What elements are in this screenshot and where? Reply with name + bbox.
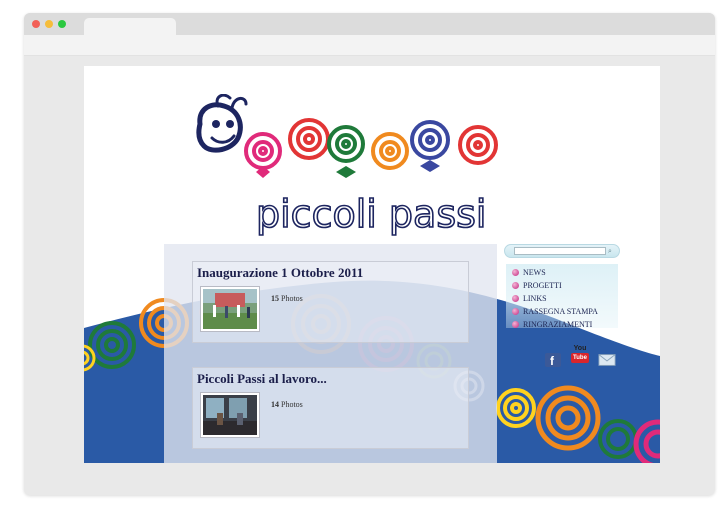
- search-icon[interactable]: ⌕: [608, 247, 612, 256]
- minimize-window-button[interactable]: [45, 20, 53, 28]
- main-menu: NEWS PROGETTI LINKS RASSEGNA STAMPA RING…: [506, 264, 618, 329]
- youtube-icon[interactable]: You Tube: [570, 345, 590, 367]
- menu-item-links[interactable]: LINKS: [512, 294, 547, 303]
- album-title[interactable]: Piccoli Passi al lavoro...: [197, 371, 327, 387]
- bullet-icon: [512, 282, 519, 289]
- search-input[interactable]: [514, 247, 606, 255]
- bullet-icon: [512, 295, 519, 302]
- logo-text: piccoli passi: [256, 192, 486, 236]
- facebook-icon[interactable]: f: [544, 352, 562, 368]
- album-card[interactable]: Inaugurazione 1 Ottobre 2011 15 Photos: [192, 261, 469, 343]
- browser-titlebar: [24, 13, 715, 38]
- email-icon[interactable]: [598, 352, 616, 368]
- web-page: piccoli passi Inaugurazione 1 Ottobre 20…: [84, 66, 660, 463]
- album-title[interactable]: Inaugurazione 1 Ottobre 2011: [197, 265, 363, 281]
- album-thumbnail[interactable]: [200, 392, 260, 438]
- photo-count: 15: [271, 294, 279, 303]
- maximize-window-button[interactable]: [58, 20, 66, 28]
- menu-item-rassegna-stampa[interactable]: RASSEGNA STAMPA: [512, 307, 598, 316]
- close-window-button[interactable]: [32, 20, 40, 28]
- photo-count-label: Photos: [281, 400, 303, 409]
- albums-panel: Inaugurazione 1 Ottobre 2011 15 Photos P…: [164, 244, 497, 463]
- menu-item-progetti[interactable]: PROGETTI: [512, 281, 562, 290]
- menu-item-ringraziamenti[interactable]: RINGRAZIAMENTI: [512, 320, 592, 329]
- bullet-icon: [512, 321, 519, 328]
- site-logo[interactable]: piccoli passi: [194, 94, 514, 244]
- photo-count-label: Photos: [281, 294, 303, 303]
- bullet-icon: [512, 269, 519, 276]
- album-thumbnail[interactable]: [200, 286, 260, 332]
- search-bar: ⌕: [504, 244, 620, 258]
- photo-count: 14: [271, 400, 279, 409]
- menu-item-news[interactable]: NEWS: [512, 268, 546, 277]
- browser-toolbar: [24, 35, 715, 56]
- album-card[interactable]: Piccoli Passi al lavoro... 14 Photos: [192, 367, 469, 449]
- bullet-icon: [512, 308, 519, 315]
